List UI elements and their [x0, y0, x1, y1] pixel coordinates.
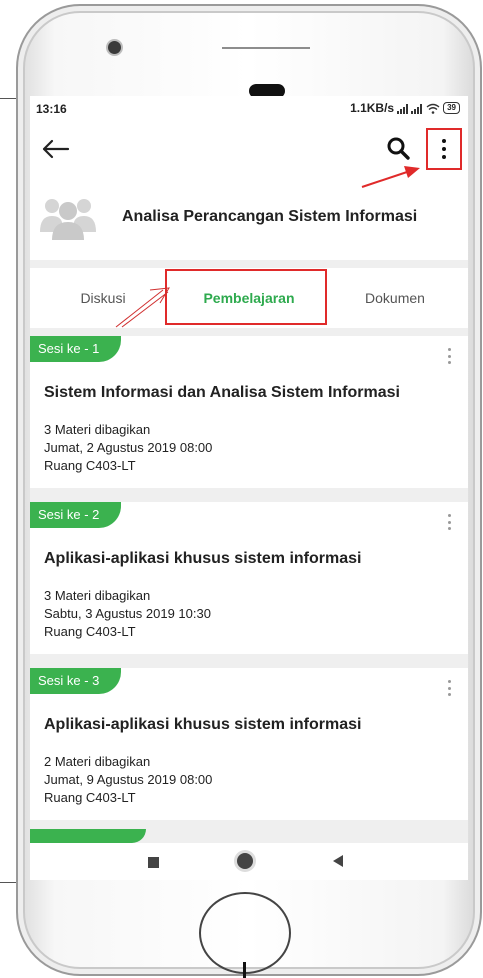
more-vertical-icon[interactable]: [448, 514, 452, 530]
tab-dokumen[interactable]: Dokumen: [322, 268, 468, 328]
session-title: Sistem Informasi dan Analisa Sistem Info…: [44, 384, 400, 401]
session-datetime: Jumat, 9 Agustus 2019 08:00: [44, 772, 213, 787]
session-badge: Sesi ke - 3: [30, 668, 122, 694]
signal-icon: [397, 103, 423, 114]
more-vertical-icon[interactable]: [426, 128, 462, 170]
session-badge-partial: [30, 829, 146, 843]
wifi-icon: [426, 103, 440, 114]
more-vertical-icon[interactable]: [448, 348, 452, 364]
session-room: Ruang C403-LT: [44, 624, 136, 639]
status-indicators: 1.1KB/s 39: [350, 101, 460, 115]
group-title: Analisa Perancangan Sistem Informasi: [122, 208, 418, 225]
pointer-stem: [243, 962, 246, 978]
session-materials: 3 Materi dibagikan: [44, 422, 151, 437]
session-materials: 2 Materi dibagikan: [44, 754, 151, 769]
tab-diskusi[interactable]: Diskusi: [30, 268, 176, 328]
session-title: Aplikasi-aplikasi khusus sistem informas…: [44, 716, 362, 733]
more-vertical-icon[interactable]: [448, 680, 452, 696]
phone-screen: 13:16 1.1KB/s 39 Analisa Perancangan Sis…: [30, 96, 468, 880]
battery-indicator: 39: [443, 102, 460, 114]
back-triangle-icon[interactable]: [333, 855, 343, 867]
session-room: Ruang C403-LT: [44, 790, 136, 805]
arrow-left-icon[interactable]: [38, 132, 72, 166]
session-card[interactable]: Sesi ke - 1 Sistem Informasi dan Analisa…: [30, 336, 468, 488]
session-materials: 3 Materi dibagikan: [44, 588, 151, 603]
session-datetime: Sabtu, 3 Agustus 2019 10:30: [44, 606, 211, 621]
tab-bar: Diskusi Pembelajaran Dokumen: [30, 268, 468, 328]
session-room: Ruang C403-LT: [44, 458, 136, 473]
status-time: 13:16: [36, 102, 67, 116]
camera-icon: [106, 39, 123, 56]
annotation-highlight-box: [165, 269, 327, 325]
session-card[interactable]: Sesi ke - 2 Aplikasi-aplikasi khusus sis…: [30, 502, 468, 654]
search-icon[interactable]: [384, 134, 414, 164]
network-speed: 1.1KB/s: [350, 101, 395, 115]
speaker-grill: [222, 47, 310, 49]
session-datetime: Jumat, 2 Agustus 2019 08:00: [44, 440, 213, 455]
android-nav-bar: [30, 843, 468, 880]
recent-apps-icon[interactable]: [148, 857, 159, 868]
app-bar: [30, 122, 468, 178]
group-header: Analisa Perancangan Sistem Informasi: [30, 178, 468, 260]
session-title: Aplikasi-aplikasi khusus sistem informas…: [44, 550, 362, 567]
session-badge: Sesi ke - 1: [30, 336, 122, 362]
status-bar: 13:16 1.1KB/s 39: [30, 96, 468, 122]
group-people-icon: [40, 199, 96, 240]
home-icon[interactable]: [237, 853, 253, 869]
session-badge: Sesi ke - 2: [30, 502, 122, 528]
session-card[interactable]: Sesi ke - 3 Aplikasi-aplikasi khusus sis…: [30, 668, 468, 820]
